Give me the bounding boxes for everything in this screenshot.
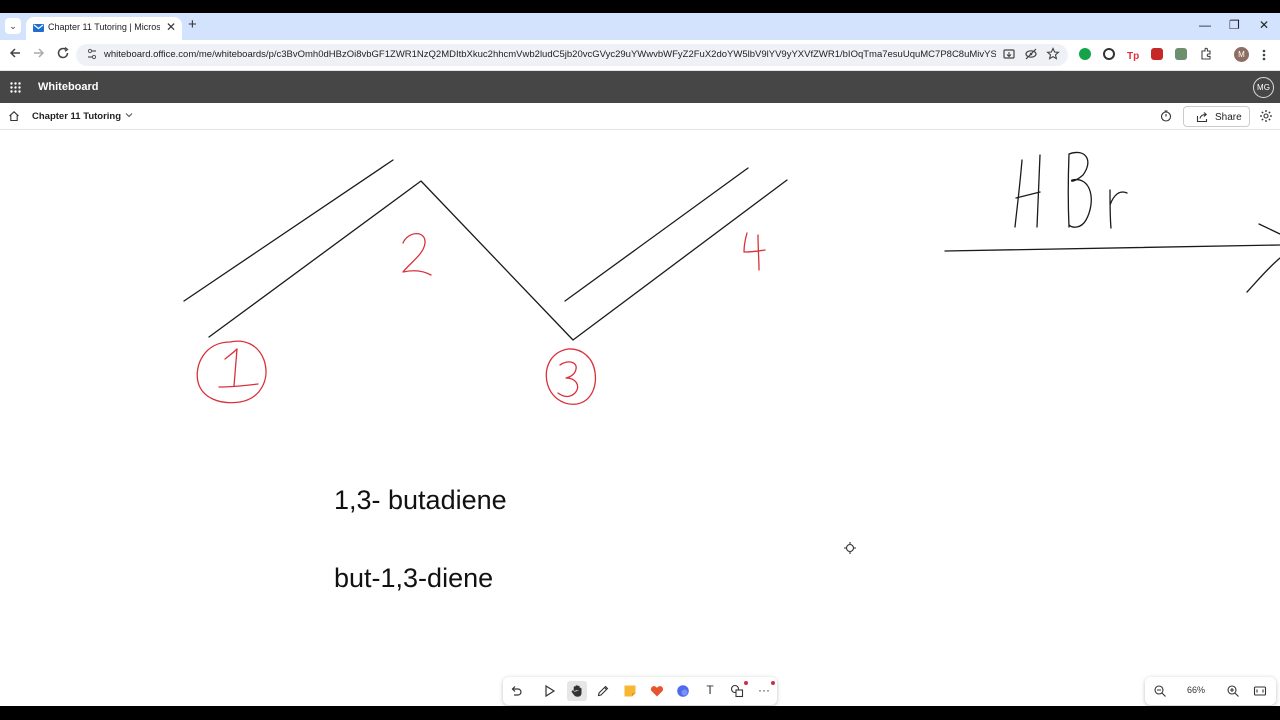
share-icon — [1196, 112, 1208, 123]
url-text: whiteboard.office.com/me/whiteboards/p/c… — [104, 49, 996, 60]
letterbox-bottom — [0, 706, 1280, 720]
sticky-note-tool[interactable] — [620, 681, 640, 701]
new-feature-dot — [744, 681, 748, 685]
site-info-icon[interactable] — [86, 48, 98, 60]
ink-letter-h — [1014, 154, 1041, 228]
app-header: Whiteboard MG — [0, 71, 1280, 103]
whiteboard-favicon-icon — [33, 24, 44, 32]
undo-icon — [511, 686, 522, 696]
browser-toolbar: whiteboard.office.com/me/whiteboards/p/c… — [0, 40, 1280, 71]
creation-toolbar: T ··· — [503, 677, 777, 705]
ink-numeral-4 — [743, 232, 766, 271]
address-bar[interactable]: whiteboard.office.com/me/whiteboards/p/c… — [76, 44, 1068, 66]
ink-layer — [183, 151, 1280, 554]
minimize-icon[interactable]: — — [1199, 18, 1211, 32]
new-feature-dot — [771, 681, 775, 685]
profile-avatar[interactable]: M — [1234, 47, 1249, 62]
account-avatar[interactable]: MG — [1253, 77, 1274, 98]
ink-numeral-3 — [557, 361, 579, 398]
browser-tab-strip: ⌄ Chapter 11 Tutoring | Microsoft ✕ + — … — [0, 13, 1280, 40]
sticky-note-icon — [624, 685, 636, 697]
ink-stroke-double-bond-outer-right — [564, 167, 749, 302]
more-icon: ··· — [758, 683, 770, 697]
zoom-in-icon[interactable] — [1226, 684, 1240, 698]
shapes-icon — [730, 684, 744, 698]
hand-tool[interactable] — [567, 681, 587, 701]
loop-icon — [677, 685, 689, 697]
extension-shield-icon[interactable] — [1103, 48, 1115, 60]
ink-stroke-double-bond-outer-left — [183, 159, 394, 302]
share-button[interactable]: Share — [1183, 106, 1250, 127]
share-label: Share — [1215, 112, 1242, 123]
restore-icon[interactable]: ❐ — [1229, 18, 1240, 32]
zoom-level[interactable]: 66% — [1183, 685, 1209, 695]
settings-gear-icon[interactable] — [1259, 109, 1273, 123]
zoom-controls: 66% — [1145, 677, 1276, 705]
ink-reaction-arrow-line — [944, 244, 1280, 252]
select-tool[interactable] — [540, 681, 560, 701]
ink-letter-r — [1109, 189, 1128, 229]
text-icon: T — [706, 683, 714, 697]
extensions-puzzle-icon[interactable] — [1199, 47, 1213, 61]
extension-recorder-icon[interactable] — [1151, 48, 1163, 60]
whiteboard-canvas[interactable]: 1,3- butadiene but-1,3-diene T ··· 66% — [0, 130, 1280, 706]
ink-stroke-skeleton-main — [208, 179, 788, 341]
back-icon[interactable] — [8, 46, 22, 60]
text-box-iupac-name[interactable]: but-1,3-diene — [334, 563, 493, 594]
forward-icon[interactable] — [32, 46, 46, 60]
screen: ⌄ Chapter 11 Tutoring | Microsoft ✕ + — … — [0, 0, 1280, 720]
undo-button[interactable] — [506, 681, 526, 701]
board-header: Chapter 11 Tutoring Share — [0, 103, 1280, 130]
tab-title: Chapter 11 Tutoring | Microsoft — [48, 22, 160, 32]
ink-circle-1 — [196, 340, 267, 404]
extension-bookmark-icon[interactable] — [1175, 48, 1187, 60]
grammarly-extension-icon[interactable] — [1079, 48, 1091, 60]
shapes-tool[interactable] — [727, 681, 748, 701]
reactions-icon — [650, 686, 664, 697]
text-box-butadiene[interactable]: 1,3- butadiene — [334, 485, 507, 516]
ink-numeral-2 — [402, 232, 432, 276]
browser-menu-icon[interactable] — [1258, 48, 1270, 62]
zoom-out-icon[interactable] — [1153, 684, 1167, 698]
svg-text:Tp: Tp — [1127, 51, 1139, 61]
select-icon — [545, 684, 556, 698]
board-title[interactable]: Chapter 11 Tutoring — [32, 111, 121, 122]
reactions-tool[interactable] — [647, 681, 667, 701]
more-tools-button[interactable]: ··· — [754, 681, 775, 701]
pen-tool[interactable] — [593, 681, 613, 701]
cursor-busy-icon — [844, 542, 856, 554]
ink-numeral-1 — [218, 348, 259, 388]
ink-letter-b — [1067, 151, 1092, 228]
reload-icon[interactable] — [56, 46, 70, 60]
bookmark-star-icon[interactable] — [1046, 47, 1060, 61]
chevron-down-icon[interactable] — [124, 110, 134, 120]
browser-tab[interactable]: Chapter 11 Tutoring | Microsoft ✕ — [26, 17, 182, 40]
app-name: Whiteboard — [38, 81, 99, 93]
loop-tool[interactable] — [673, 681, 693, 701]
text-tool[interactable]: T — [700, 681, 720, 701]
tab-close-icon[interactable]: ✕ — [166, 20, 176, 34]
fit-to-screen-icon[interactable] — [1253, 684, 1267, 698]
new-tab-button[interactable]: + — [188, 16, 197, 33]
ink-arrowhead-stroke-lower — [1246, 257, 1280, 293]
tracking-protection-icon[interactable] — [1024, 47, 1038, 61]
timer-icon[interactable] — [1160, 110, 1172, 122]
home-icon[interactable] — [8, 110, 20, 122]
extension-tp-icon[interactable]: Tp — [1127, 48, 1139, 62]
app-launcher-icon[interactable] — [10, 82, 21, 93]
letterbox-top — [0, 0, 1280, 13]
pen-icon — [597, 685, 609, 697]
ink-arrowhead-stroke-upper — [1258, 223, 1280, 235]
window-close-icon[interactable]: ✕ — [1259, 18, 1269, 32]
hand-icon — [571, 685, 582, 697]
tab-search-button[interactable]: ⌄ — [5, 18, 21, 34]
install-app-icon[interactable] — [1002, 47, 1016, 61]
